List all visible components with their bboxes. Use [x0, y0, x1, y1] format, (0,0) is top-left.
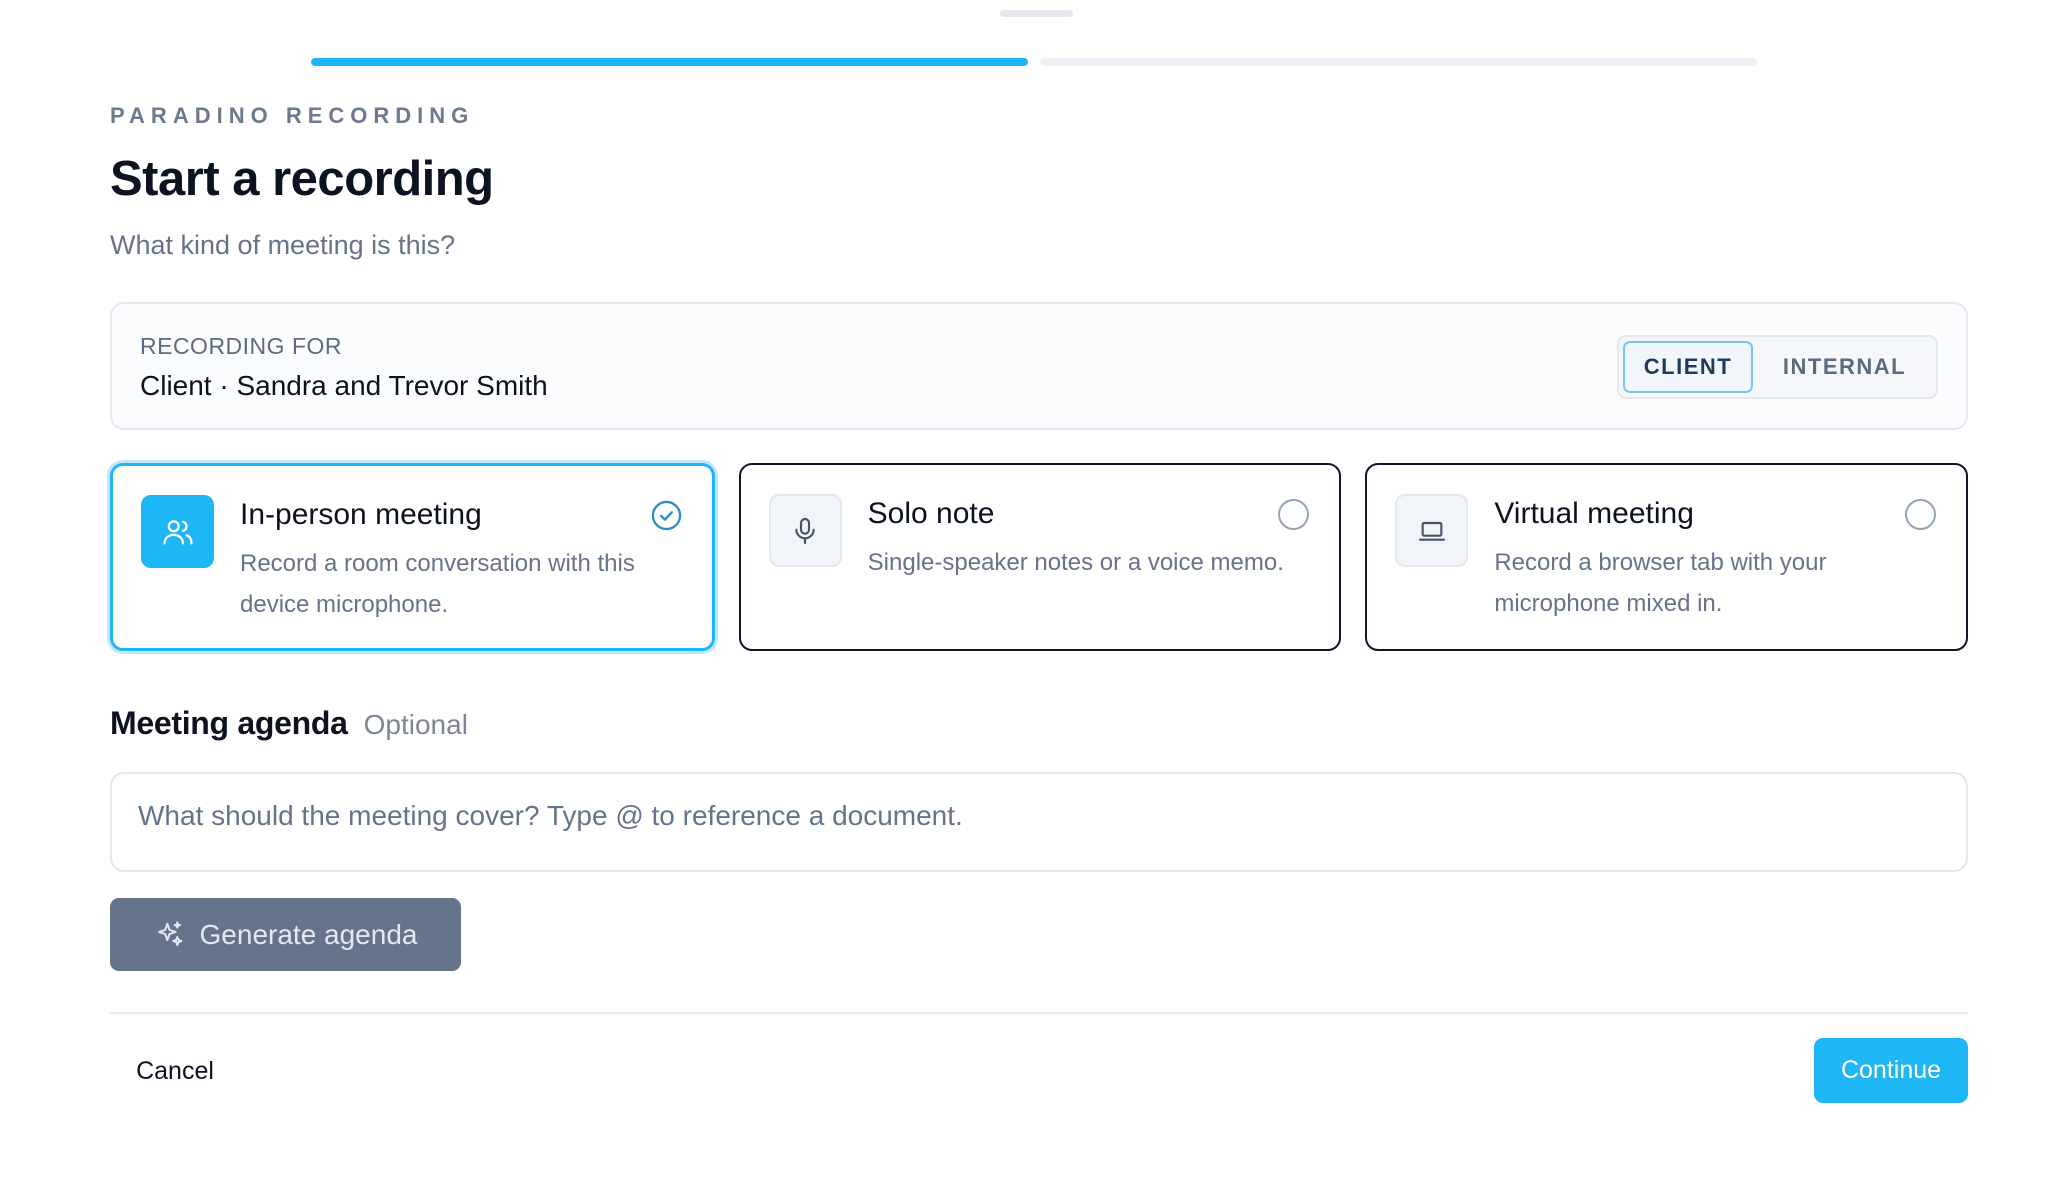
- progress-step-2: [1040, 58, 1757, 66]
- meeting-type-options: In-person meeting Record a room conversa…: [110, 463, 1969, 651]
- sparkles-icon: [157, 920, 182, 946]
- radio-unselected-icon[interactable]: [1905, 499, 1937, 530]
- client-internal-toggle: CLIENT INTERNAL: [1617, 335, 1938, 399]
- page-title: Start a recording: [110, 152, 494, 206]
- recording-for-label: RECORDING FOR: [140, 333, 342, 359]
- continue-button[interactable]: Continue: [1814, 1038, 1968, 1103]
- meeting-type-title: Solo note: [867, 497, 995, 530]
- recording-for-value: Client · Sandra and Trevor Smith: [140, 370, 548, 401]
- meeting-type-virtual-card[interactable]: Virtual meeting Record a browser tab wit…: [1365, 463, 1969, 651]
- step-progress: [311, 58, 1757, 66]
- drag-handle[interactable]: [1000, 10, 1073, 17]
- eyebrow-label: PARADINO RECORDING: [110, 103, 475, 128]
- cancel-button[interactable]: Cancel: [110, 1045, 240, 1097]
- toggle-internal-button[interactable]: INTERNAL: [1757, 341, 1932, 393]
- meeting-type-title: In-person meeting: [240, 498, 482, 531]
- meeting-type-in-person-card[interactable]: In-person meeting Record a room conversa…: [110, 463, 715, 651]
- recording-for-panel: RECORDING FOR Client · Sandra and Trevor…: [110, 302, 1968, 430]
- meeting-type-solo-note-card[interactable]: Solo note Single-speaker notes or a voic…: [738, 463, 1342, 651]
- agenda-optional-label: Optional: [363, 709, 468, 740]
- generate-agenda-label: Generate agenda: [199, 918, 418, 950]
- meeting-type-description: Record a room conversation with this dev…: [240, 550, 635, 618]
- footer-divider: [110, 1012, 1968, 1014]
- meeting-type-description: Record a browser tab with your microphon…: [1494, 549, 1827, 617]
- generate-agenda-button[interactable]: Generate agenda: [110, 898, 461, 971]
- progress-step-1: [311, 58, 1028, 66]
- laptop-icon: [1395, 494, 1469, 567]
- toggle-client-button[interactable]: CLIENT: [1623, 341, 1753, 393]
- meeting-type-description: Single-speaker notes or a voice memo.: [867, 549, 1284, 576]
- users-icon: [141, 495, 214, 568]
- page-subtitle: What kind of meeting is this?: [110, 230, 456, 260]
- radio-unselected-icon[interactable]: [1278, 499, 1310, 530]
- agenda-input[interactable]: [110, 772, 1968, 872]
- microphone-icon: [768, 494, 842, 567]
- meeting-type-title: Virtual meeting: [1494, 497, 1694, 530]
- agenda-title: Meeting agenda: [110, 705, 348, 741]
- check-circle-icon: [651, 500, 681, 531]
- agenda-heading: Meeting agenda Optional: [110, 705, 468, 742]
